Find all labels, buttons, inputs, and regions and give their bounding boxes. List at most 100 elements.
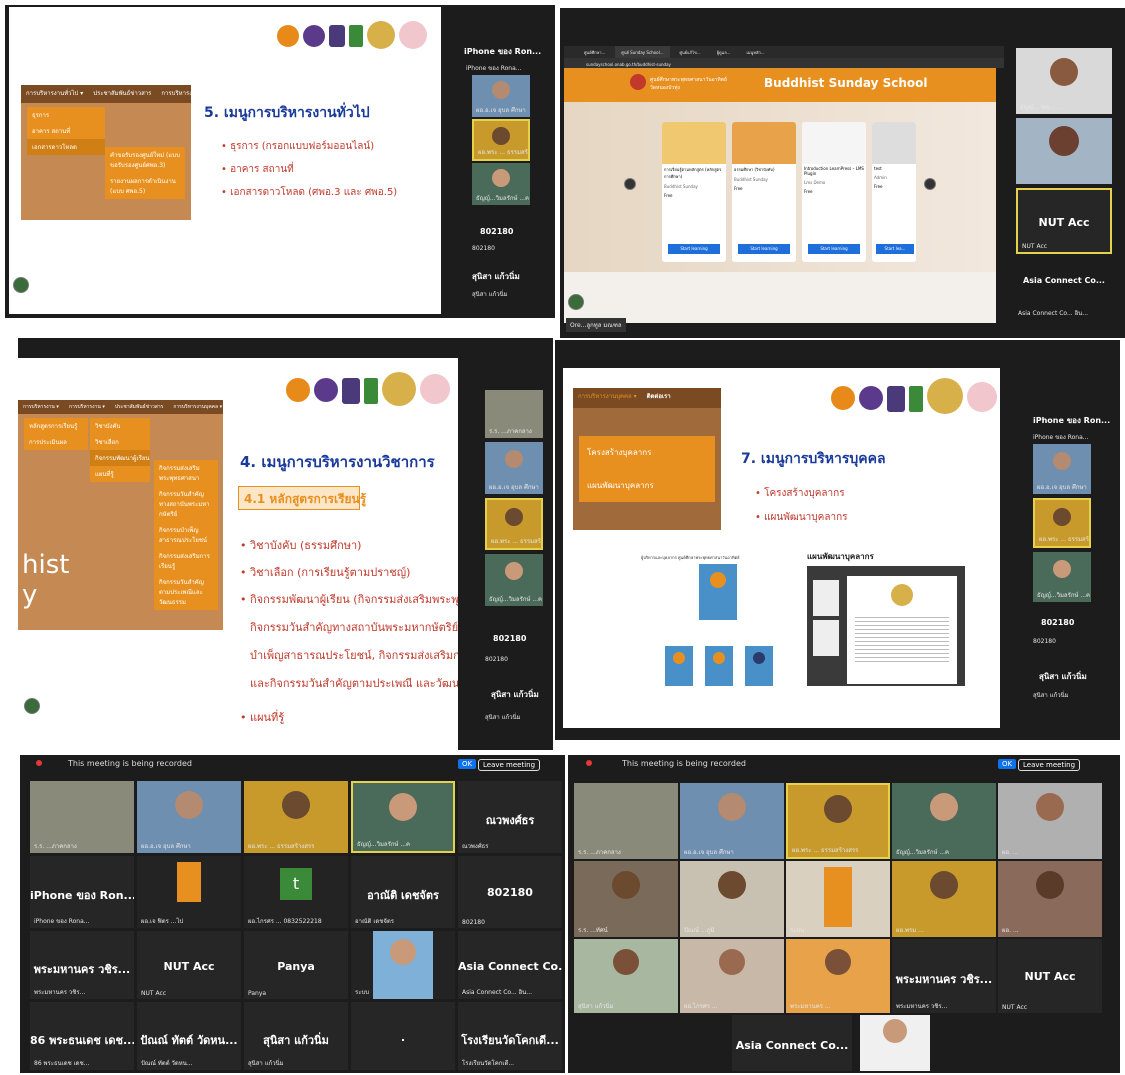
video-tile[interactable]: ระบบ <box>786 861 890 937</box>
name-tile[interactable]: 86 พระธนเดช เดช... 86 พระธนเดช เดช... <box>30 1002 134 1070</box>
video-tile[interactable]: ร.ร. ...ภาคกลาง <box>485 390 543 438</box>
video-tile[interactable]: ร.ร. ...ภาคกลาง <box>30 781 134 853</box>
menu-item: กิจกรรมส่งเสริมการเรียนรู้ <box>159 553 210 570</box>
course-image <box>802 122 866 164</box>
name-tile[interactable]: โรงเรียนวัดโคกเดี... โรงเรียนวัดโคกเดี... <box>458 1002 562 1070</box>
video-tile[interactable]: ผอ.พระ ... ธรรมสร้างสรร <box>244 781 348 853</box>
ok-button[interactable]: OK <box>458 759 477 769</box>
panel-4-zoom-share: การบริหารงานบุคคล ▾ ติดต่อเรา โครงสร้างบ… <box>555 340 1120 740</box>
annotate-icon[interactable] <box>13 277 29 293</box>
name-tile[interactable]: 802180 802180 <box>458 856 562 928</box>
video-tile[interactable]: ผอ.ไกรศร ... <box>680 939 784 1013</box>
name-tile-active[interactable]: NUT Acc NUT Acc <box>1016 188 1112 254</box>
video-tile[interactable]: ผอ.อ.เจ อุบล ศึกษา <box>680 783 784 859</box>
slide-title: 7. เมนูการบริหารบุคคล <box>741 451 886 467</box>
video-tile[interactable]: ผอ.อ.เจ อุบล ศึกษา <box>1033 444 1091 494</box>
video-tile[interactable] <box>860 1015 930 1071</box>
name-tile[interactable]: . <box>351 1002 455 1070</box>
participant-head <box>1049 126 1079 156</box>
name-tile[interactable]: ณวพงศ์ธร ณวพงศ์ธร <box>458 781 562 853</box>
video-tile[interactable]: ธัญญ์...วิมลรักษ์ ...ค <box>1033 552 1091 602</box>
video-tile[interactable]: พระมหานคร ... <box>786 939 890 1013</box>
menu-item: วิชาเลือก <box>95 439 119 446</box>
browser-urlbar[interactable]: sundayschool.onab.go.th/buddhist-sunday <box>564 58 1004 68</box>
tile-name: ผอ.อ.เจ อุบล ศึกษา <box>1037 484 1087 491</box>
browser-tab[interactable]: ศูนย์ศึกษา... <box>578 46 611 58</box>
video-tile[interactable]: ผอ.พรม ... <box>892 861 996 937</box>
video-tile[interactable]: ปัณณ์ ...ภูมิ <box>680 861 784 937</box>
course-org: Buddhist Sunday <box>664 184 698 189</box>
logo-pink <box>399 21 427 49</box>
leave-meeting-button[interactable]: Leave meeting <box>1018 759 1081 771</box>
video-tile[interactable]: ผอ.อ.เจ อุบล ศึกษา <box>137 781 241 853</box>
video-tile[interactable]: ผอ.อ.เจ อุบล ศึกษา <box>472 75 530 117</box>
name-tile[interactable]: พระมหานคร วชิร... พระมหานคร วชิร... <box>30 931 134 999</box>
video-tile[interactable]: สุนิสา แก้วนิ่ม <box>574 939 678 1013</box>
video-tile[interactable]: ผอ. ... <box>998 783 1102 859</box>
browser-tab[interactable]: ผู้ดูแล... <box>711 46 737 58</box>
name-tile[interactable]: อาณัติ เดชจัตร อาณัติ เดชจัตร <box>351 856 455 928</box>
browser-tab[interactable]: ศูนย์แก้ไข... <box>674 46 707 58</box>
menu-item: กิจกรรมวันสำคัญตามประเพณีและวัฒนธรรม <box>159 579 204 606</box>
browser-tab[interactable]: ศูนย์ Sunday School... <box>615 46 670 58</box>
course-card[interactable]: test Admin Free Start lea... <box>872 122 916 262</box>
footer-label: Ore...ลูกทูล มณฑล <box>566 318 626 332</box>
course-card[interactable]: ธรรมศึกษา (วิชาบังคับ) Buddhist Sunday F… <box>732 122 796 262</box>
slide-bullet: • ธุรการ (กรอกแบบฟอร์มออนไลน์) <box>221 141 375 152</box>
annotate-icon[interactable] <box>568 294 584 310</box>
tile-name: ผอ.พระ ... ธรรมสร้างสรร <box>1039 536 1089 543</box>
start-learning-button[interactable]: Start learning <box>738 244 790 254</box>
video-tile[interactable]: ร.ร. ...ทัศน์ <box>574 861 678 937</box>
ok-button[interactable]: OK <box>998 759 1017 769</box>
leave-meeting-button[interactable]: Leave meeting <box>478 759 541 771</box>
slide-bullet: • วิชาเลือก (การเรียนรู้ตามปราชญ์) <box>240 566 411 579</box>
video-tile[interactable]: ธัญญ์...วิมลรักษ์ ...ค <box>892 783 996 859</box>
recording-banner: This meeting is being recorded <box>622 759 746 768</box>
video-tile[interactable]: t ผอ.ไกรศร ... 0832522218 <box>244 856 348 928</box>
name-tile[interactable]: พระมหานคร วชิร... พระมหานคร วชิร... <box>892 939 996 1013</box>
tile-name: ผอ. ... <box>1002 927 1019 934</box>
video-tile[interactable]: ระบบ <box>351 931 455 999</box>
course-card[interactable]: Introduction LearnPress – LMS Plugin Lms… <box>802 122 866 262</box>
menu-bar-item: การบริหารงานบุคคล ▾ <box>161 90 221 97</box>
video-tile[interactable]: ผอ.อ.เจ อุบล ศึกษา <box>485 442 543 494</box>
video-tile-active[interactable]: ผอ.พระ ... ธรรมสร้างสรร <box>786 783 890 859</box>
start-learning-button[interactable]: Start learning <box>668 244 720 254</box>
name-tile[interactable]: NUT Acc NUT Acc <box>137 931 241 999</box>
name-tile[interactable]: NUT Acc NUT Acc <box>998 939 1102 1013</box>
participant-name: สุนิสา แก้วนิ่ม <box>263 1033 329 1047</box>
video-tile[interactable]: ร.ร. ...ภาคกลาง <box>574 783 678 859</box>
video-tile[interactable]: ธัญญ์... พลุ... ... <box>1016 48 1112 114</box>
person-icon <box>710 572 726 588</box>
participant-name: 802180 <box>487 886 533 900</box>
carousel-prev-button[interactable] <box>624 178 636 190</box>
video-tile-active[interactable]: ผอ.พระ ... ธรรมสร้างสรร <box>472 119 530 161</box>
menu-bar-item: การบริหารงานทั่วไป ▾ <box>26 90 84 97</box>
video-tile-active[interactable]: ธัญญ์...วิมลรักษ์ ...ค <box>351 781 455 853</box>
tile-name: ณวพงศ์ธร <box>462 843 489 850</box>
video-tile-active[interactable]: ผอ.พระ ... ธรรมสร้างสรร <box>1033 498 1091 548</box>
name-tile[interactable]: Asia Connect Co... <box>732 1015 852 1071</box>
annotate-icon[interactable] <box>24 698 40 714</box>
slide-bullet-continued: กิจกรรมวันสำคัญทางสถาบันพระมหากษัตริย์, … <box>250 621 458 634</box>
video-tile[interactable]: ธัญญ์...วิมลรักษ์ ...ค <box>472 163 530 205</box>
name-tile[interactable]: Panya Panya <box>244 931 348 999</box>
name-tile[interactable]: สุนิสา แก้วนิ่ม สุนิสา แก้วนิ่ม <box>244 1002 348 1070</box>
name-tile[interactable]: Asia Connect Co... Asia Connect Co... อิน… <box>458 931 562 999</box>
name-tile[interactable]: ปัณณ์ ทัตต์ วัดหน... ปัณณ์ ทัตต์ วัดหน... <box>137 1002 241 1070</box>
video-tile[interactable]: ผอ. ... <box>998 861 1102 937</box>
course-card[interactable]: การเรียนรู้ตามหลักสูตร (หลักสูตรการศึกษา… <box>662 122 726 262</box>
menu-item: แผนพัฒนาบุคลากร <box>587 481 654 490</box>
video-tile[interactable]: ธัญญ์...วิมลรักษ์ ...ค <box>485 554 543 606</box>
tile-name: ผอ.พรม ... <box>896 927 924 934</box>
start-learning-button[interactable]: Start lea... <box>876 244 914 254</box>
carousel-next-button[interactable] <box>924 178 936 190</box>
browser-tabbar: ศูนย์ศึกษา... ศูนย์ Sunday School... ศูน… <box>564 46 1004 58</box>
video-tile-active[interactable]: ผอ.พระ ... ธรรมสร้างสรร <box>485 498 543 550</box>
browser-tab[interactable]: เมนูหลัก... <box>741 46 771 58</box>
name-tile[interactable]: iPhone ของ Ron... iPhone ของ Rona... <box>30 856 134 928</box>
tile-name: ร.ร. ...ภาคกลาง <box>34 843 77 850</box>
start-learning-button[interactable]: Start learning <box>808 244 860 254</box>
video-tile[interactable]: ผอ.เจ ฟิตร ...ไป <box>137 856 241 928</box>
video-tile[interactable] <box>1016 118 1112 184</box>
